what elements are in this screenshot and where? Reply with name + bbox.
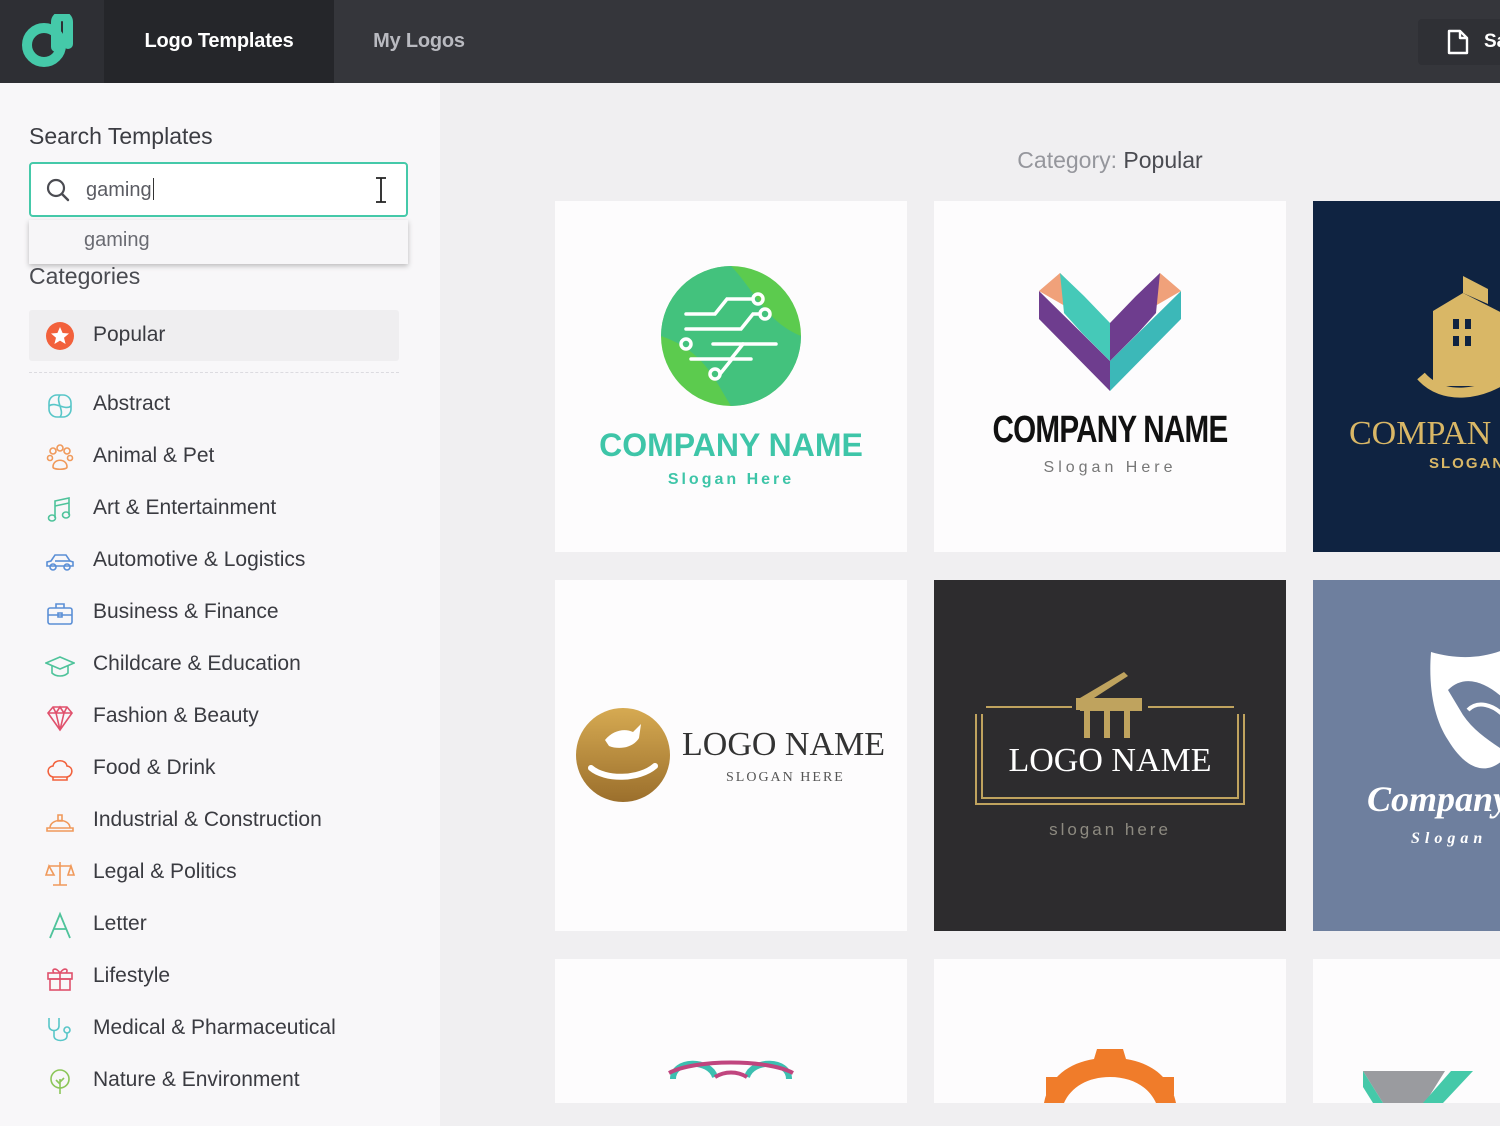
search-value: gaming	[86, 179, 152, 201]
category-fashion-beauty[interactable]: Fashion & Beauty	[29, 691, 409, 743]
category-nature-environment[interactable]: Nature & Environment	[29, 1055, 409, 1107]
card-3-slogan: SLOGAN	[1429, 455, 1500, 472]
category-heading-value: Popular	[1123, 147, 1203, 173]
categories-title: Categories	[29, 263, 141, 289]
suggestion-label: gaming	[84, 229, 150, 251]
category-label: Business & Finance	[93, 600, 279, 623]
category-label: Food & Drink	[93, 756, 216, 779]
car-icon	[46, 554, 74, 571]
template-card-4[interactable]: LOGO NAME SLOGAN HERE	[555, 580, 907, 931]
card-4-name: LOGO NAME	[682, 726, 886, 763]
tab-my-logos[interactable]: My Logos	[334, 0, 504, 83]
search-suggestion[interactable]: gaming	[29, 220, 408, 264]
hard-hat-icon	[46, 814, 74, 832]
template-card-3[interactable]: COMPAN SLOGAN	[1313, 201, 1500, 552]
paw-icon	[46, 444, 74, 471]
stethoscope-icon	[48, 1018, 71, 1042]
search-title: Search Templates	[29, 123, 213, 149]
search-icon	[46, 178, 70, 202]
category-label: Nature & Environment	[93, 1068, 300, 1091]
category-art-entertainment[interactable]: Art & Entertainment	[29, 483, 409, 535]
category-popular[interactable]: Popular	[29, 310, 399, 361]
category-food-drink[interactable]: Food & Drink	[29, 743, 409, 795]
template-card-6[interactable]: Company Slogan	[1313, 580, 1500, 931]
card-2-name: COMPANY NAME	[992, 409, 1229, 451]
card-6-name: Company	[1367, 779, 1500, 819]
briefcase-icon	[47, 603, 73, 625]
category-label: Abstract	[93, 392, 171, 415]
gift-icon	[47, 968, 73, 991]
category-label: Medical & Pharmaceutical	[93, 1016, 336, 1039]
category-medical-pharmaceutical[interactable]: Medical & Pharmaceutical	[29, 1003, 409, 1055]
category-animal-pet[interactable]: Animal & Pet	[29, 431, 409, 483]
card-3-name: COMPAN	[1349, 415, 1492, 452]
category-letter[interactable]: Letter	[29, 899, 409, 951]
search-input[interactable]: gaming	[29, 162, 408, 217]
category-label: Legal & Politics	[93, 860, 237, 883]
circuit-circle-logo	[661, 266, 801, 406]
gear-logo	[1044, 1049, 1176, 1103]
category-label: Animal & Pet	[93, 444, 215, 467]
template-gallery: Category: Popular COMPANY NAME Slogan He…	[440, 83, 1500, 1126]
category-childcare-education[interactable]: Childcare & Education	[29, 639, 409, 691]
card-5-name: LOGO NAME	[1008, 742, 1212, 779]
category-business-finance[interactable]: Business & Finance	[29, 587, 409, 639]
card-1-slogan: Slogan Here	[667, 471, 795, 488]
text-caret	[152, 178, 154, 200]
category-label: Childcare & Education	[93, 652, 301, 675]
divider	[29, 372, 399, 373]
save-button[interactable]: Save	[1418, 19, 1500, 65]
tree-icon	[50, 1069, 70, 1094]
star-badge-icon	[46, 322, 74, 350]
letter-a-icon	[49, 911, 71, 939]
chef-hat-icon	[47, 759, 73, 781]
category-label: Lifestyle	[93, 964, 171, 987]
brand-logo[interactable]	[0, 0, 104, 83]
heart-logo	[1039, 273, 1181, 391]
scales-icon	[45, 862, 75, 886]
category-label: Fashion & Beauty	[93, 704, 259, 727]
category-popular-label: Popular	[93, 323, 166, 346]
template-card-7[interactable]	[555, 959, 907, 1103]
category-label: Industrial & Construction	[93, 808, 322, 831]
template-card-2[interactable]: COMPANY NAME Slogan Here	[934, 201, 1286, 552]
top-bar: Logo Templates My Logos Save	[0, 0, 1500, 83]
building-logo	[1417, 276, 1500, 398]
document-icon	[1447, 29, 1469, 55]
category-heading: Category: Popular	[440, 147, 1500, 174]
category-legal-politics[interactable]: Legal & Politics	[29, 847, 409, 899]
sidebar: Search Templates gaming gaming Categorie…	[0, 83, 440, 1126]
category-automotive-logistics[interactable]: Automotive & Logistics	[29, 535, 409, 587]
glasses-logo	[668, 1060, 794, 1080]
template-card-9[interactable]	[1313, 959, 1500, 1103]
category-label: Art & Entertainment	[93, 496, 277, 519]
d-logo-icon	[22, 14, 73, 67]
card-6-slogan: Slogan	[1411, 830, 1488, 847]
abstract-icon	[48, 394, 72, 418]
save-button-label: Save	[1484, 31, 1500, 52]
category-list: Abstract Animal & Pet Art & Entertainmen…	[29, 379, 409, 1107]
graduation-cap-icon	[45, 656, 75, 677]
text-cursor-icon	[376, 177, 386, 203]
music-note-icon	[47, 497, 71, 522]
diamond-icon	[46, 705, 74, 732]
wolf-shield-logo	[1430, 651, 1500, 769]
template-card-1[interactable]: COMPANY NAME Slogan Here	[555, 201, 907, 552]
card-4-slogan: SLOGAN HERE	[726, 770, 845, 785]
card-2-slogan: Slogan Here	[1043, 459, 1177, 476]
chevron-logo	[1363, 1071, 1473, 1103]
category-abstract[interactable]: Abstract	[29, 379, 409, 431]
category-lifestyle[interactable]: Lifestyle	[29, 951, 409, 1003]
tab-logo-templates[interactable]: Logo Templates	[104, 0, 334, 83]
category-industrial-construction[interactable]: Industrial & Construction	[29, 795, 409, 847]
card-1-name: COMPANY NAME	[599, 427, 863, 463]
template-card-5[interactable]: LOGO NAME slogan here	[934, 580, 1286, 931]
category-label: Automotive & Logistics	[93, 548, 306, 571]
category-label: Letter	[93, 912, 147, 935]
category-heading-key: Category:	[1017, 147, 1118, 173]
card-5-slogan: slogan here	[1049, 820, 1171, 839]
template-card-8[interactable]	[934, 959, 1286, 1103]
